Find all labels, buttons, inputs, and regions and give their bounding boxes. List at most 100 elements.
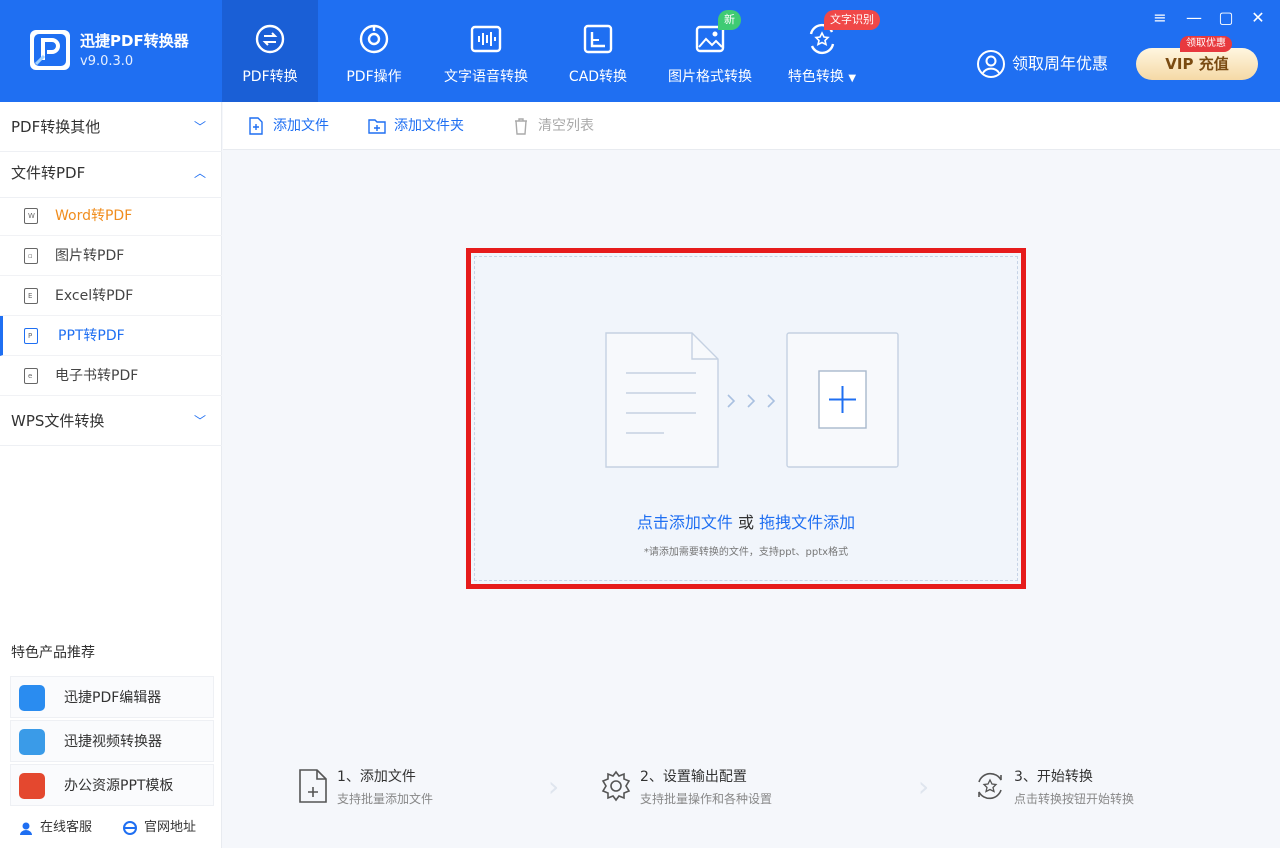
close-button[interactable]: ✕ — [1248, 8, 1268, 28]
toolbar: 添加文件 添加文件夹 清空列表 — [223, 102, 1280, 150]
convert-icon — [978, 772, 1002, 800]
recommend-title: 特色产品推荐 — [11, 645, 95, 661]
add-folder-label: 添加文件夹 — [394, 118, 464, 134]
nav-special-convert[interactable]: 特色转换 ▼ 文字识别 — [766, 0, 880, 102]
pdf-operate-icon — [359, 24, 389, 54]
step-title: 1、添加文件 — [337, 769, 416, 785]
rec-label: 迅捷PDF编辑器 — [64, 690, 162, 706]
sidebar-item-ebook-to-pdf[interactable]: e 电子书转PDF — [0, 356, 222, 396]
or-text: 或 — [737, 513, 754, 532]
word-file-icon: W — [24, 208, 38, 224]
new-badge: 新 — [718, 10, 741, 30]
app-logo-icon — [30, 30, 70, 70]
nav-label: PDF操作 — [346, 69, 402, 85]
promo-label: 领取周年优惠 — [1012, 54, 1109, 73]
drag-add-text: 拖拽文件添加 — [759, 513, 856, 532]
sidebar-item-label: 电子书转PDF — [55, 368, 139, 384]
add-folder-button[interactable]: 添加文件夹 — [368, 116, 464, 136]
step-desc: 支持批量添加文件 — [337, 792, 434, 806]
chevron-up-icon: ︿ — [193, 166, 206, 180]
vip-button[interactable]: VIP 充值 — [1136, 48, 1258, 80]
clear-list-button[interactable]: 清空列表 — [512, 116, 594, 136]
add-file-button[interactable]: 添加文件 — [247, 116, 329, 136]
excel-file-icon: E — [24, 288, 38, 304]
voice-icon — [470, 25, 502, 53]
drop-instruction: 点击添加文件 或 拖拽文件添加 — [471, 509, 1021, 533]
user-icon — [977, 50, 1005, 78]
add-file-icon — [299, 769, 327, 803]
section-label: 文件转PDF — [11, 164, 86, 182]
file-convert-illustration — [605, 332, 899, 468]
step-desc: 支持批量操作和各种设置 — [640, 792, 773, 806]
online-support-link[interactable]: 在线客服 — [18, 818, 92, 838]
sidebar-item-label: Word转PDF — [55, 208, 133, 224]
sidebar-item-excel-to-pdf[interactable]: E Excel转PDF — [0, 276, 222, 316]
clear-list-label: 清空列表 — [538, 118, 594, 134]
vip-discount-tag: 领取优惠 — [1180, 36, 1232, 52]
rec-label: 办公资源PPT模板 — [64, 778, 174, 794]
chevron-down-icon: ﹀ — [193, 120, 206, 134]
nav-label: 图片格式转换 — [668, 69, 752, 85]
ie-icon — [123, 821, 137, 835]
main-nav: PDF转换 PDF操作 文字语音转换 CAD转换 图片格式转换 新 特色转换 ▼… — [222, 0, 880, 102]
sidebar-item-label: Excel转PDF — [55, 288, 134, 304]
rec-ppt-templates[interactable]: 办公资源PPT模板 — [10, 764, 214, 806]
sidebar-item-ppt-to-pdf[interactable]: P PPT转PDF — [0, 316, 222, 356]
nav-label: CAD转换 — [568, 69, 628, 85]
ppt-file-icon: P — [24, 328, 38, 344]
nav-pdf-convert[interactable]: PDF转换 — [222, 0, 318, 102]
support-icon — [20, 822, 32, 835]
chevron-down-icon: ﹀ — [193, 414, 206, 428]
section-file-to-pdf[interactable]: 文件转PDF ︿ — [0, 148, 222, 198]
sidebar: PDF转换其他 ﹀ 文件转PDF ︿ W Word转PDF ▫ 图片转PDF E… — [0, 102, 222, 848]
sidebar-item-label: 图片转PDF — [55, 248, 125, 264]
nav-cad-convert[interactable]: CAD转换 — [542, 0, 654, 102]
nav-pdf-operate[interactable]: PDF操作 — [318, 0, 430, 102]
rec-pdf-editor[interactable]: 迅捷PDF编辑器 — [10, 676, 214, 718]
nav-label: PDF转换 — [242, 69, 298, 85]
pdf-convert-icon — [255, 24, 285, 54]
trash-icon — [515, 118, 527, 135]
app-version: v9.0.3.0 — [80, 54, 134, 69]
ebook-file-icon: e — [24, 368, 38, 384]
website-link[interactable]: 官网地址 — [122, 818, 196, 838]
cad-icon — [583, 24, 613, 54]
pdf-editor-icon — [19, 685, 45, 711]
rec-video-converter[interactable]: 迅捷视频转换器 — [10, 720, 214, 762]
step-separator: › — [918, 770, 930, 803]
top-bar: 迅捷PDF转换器 v9.0.3.0 PDF转换 PDF操作 文字语音转换 CAD… — [0, 0, 1280, 102]
video-converter-icon — [19, 729, 45, 755]
step-title: 2、设置输出配置 — [640, 769, 747, 785]
website-label: 官网地址 — [144, 820, 197, 835]
minimize-button[interactable]: — — [1184, 8, 1204, 28]
drop-hint: *请添加需要转换的文件，支持ppt、pptx格式 — [643, 547, 849, 558]
section-label: PDF转换其他 — [11, 118, 101, 136]
click-add-link[interactable]: 点击添加文件 — [637, 513, 733, 532]
maximize-button[interactable]: ▢ — [1216, 8, 1236, 28]
nav-label: 文字语音转换 — [444, 69, 528, 85]
file-drop-zone[interactable]: 点击添加文件 或 拖拽文件添加 *请添加需要转换的文件，支持ppt、pptx格式 — [466, 248, 1026, 589]
add-file-label: 添加文件 — [273, 118, 329, 134]
step-desc: 点击转换按钮开始转换 — [1014, 792, 1135, 806]
sidebar-item-word-to-pdf[interactable]: W Word转PDF — [0, 196, 222, 236]
ocr-badge: 文字识别 — [824, 10, 880, 30]
nav-voice-convert[interactable]: 文字语音转换 — [430, 0, 542, 102]
nav-image-convert[interactable]: 图片格式转换 新 — [654, 0, 766, 102]
section-pdf-to-other[interactable]: PDF转换其他 ﹀ — [0, 102, 222, 152]
sidebar-item-label: PPT转PDF — [58, 328, 125, 344]
menu-icon[interactable]: ≡ — [1150, 8, 1170, 28]
section-label: WPS文件转换 — [11, 412, 105, 430]
settings-icon — [601, 770, 631, 802]
step-title: 3、开始转换 — [1014, 769, 1093, 785]
section-wps-convert[interactable]: WPS文件转换 ﹀ — [0, 396, 222, 446]
app-title: 迅捷PDF转换器 — [80, 32, 189, 50]
add-folder-icon — [368, 119, 386, 134]
nav-label: 特色转换 ▼ — [787, 69, 857, 85]
rec-label: 迅捷视频转换器 — [64, 734, 162, 750]
step-separator: › — [548, 770, 560, 803]
chevron-down-icon: ▼ — [848, 73, 857, 84]
sidebar-item-image-to-pdf[interactable]: ▫ 图片转PDF — [0, 236, 222, 276]
image-file-icon: ▫ — [24, 248, 38, 264]
add-file-icon — [249, 117, 263, 135]
ppt-template-icon — [19, 773, 45, 799]
